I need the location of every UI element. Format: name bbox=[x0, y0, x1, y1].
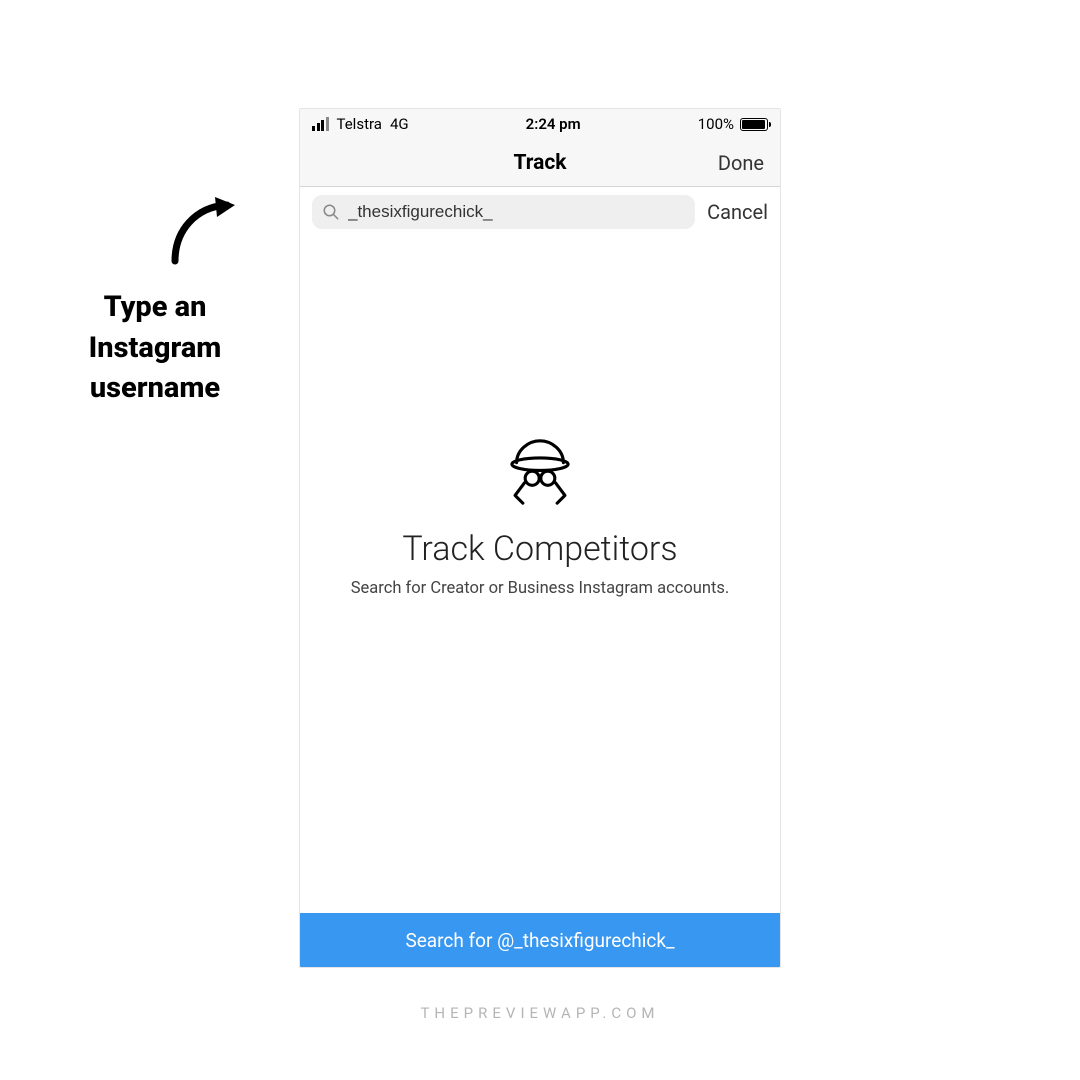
arrow-icon bbox=[165, 195, 245, 265]
status-right: 100% bbox=[698, 115, 768, 133]
annotation-text: Type an Instagram username bbox=[30, 287, 280, 409]
annotation-line: Type an bbox=[104, 290, 207, 324]
search-field[interactable] bbox=[312, 195, 695, 229]
network-label: 4G bbox=[390, 115, 409, 133]
cancel-button[interactable]: Cancel bbox=[707, 200, 768, 224]
nav-bar: Track Done bbox=[300, 139, 780, 187]
search-cta-button[interactable]: Search for @_thesixfigurechick_ bbox=[300, 913, 780, 967]
search-row: Cancel bbox=[300, 187, 780, 237]
search-input[interactable] bbox=[348, 202, 685, 222]
annotation-line: username bbox=[90, 371, 220, 405]
watermark: THEPREVIEWAPP.COM bbox=[0, 1004, 1080, 1022]
status-time: 2:24 pm bbox=[526, 115, 581, 133]
done-button[interactable]: Done bbox=[718, 151, 764, 175]
signal-icon bbox=[312, 117, 329, 131]
empty-subtitle: Search for Creator or Business Instagram… bbox=[351, 579, 730, 598]
search-icon bbox=[322, 203, 340, 221]
annotation-line: Instagram bbox=[89, 331, 222, 365]
carrier-label: Telstra bbox=[337, 115, 382, 133]
page-title: Track bbox=[513, 151, 566, 175]
empty-title: Track Competitors bbox=[402, 529, 677, 569]
spy-icon bbox=[501, 433, 579, 511]
empty-state: Track Competitors Search for Creator or … bbox=[300, 237, 780, 913]
status-bar: Telstra 4G 2:24 pm 100% bbox=[300, 109, 780, 139]
battery-percent: 100% bbox=[698, 115, 734, 133]
battery-icon bbox=[740, 118, 768, 131]
status-left: Telstra 4G bbox=[312, 115, 409, 133]
annotation: Type an Instagram username bbox=[30, 195, 280, 409]
phone-frame: Telstra 4G 2:24 pm 100% Track Done Cance… bbox=[299, 108, 781, 968]
